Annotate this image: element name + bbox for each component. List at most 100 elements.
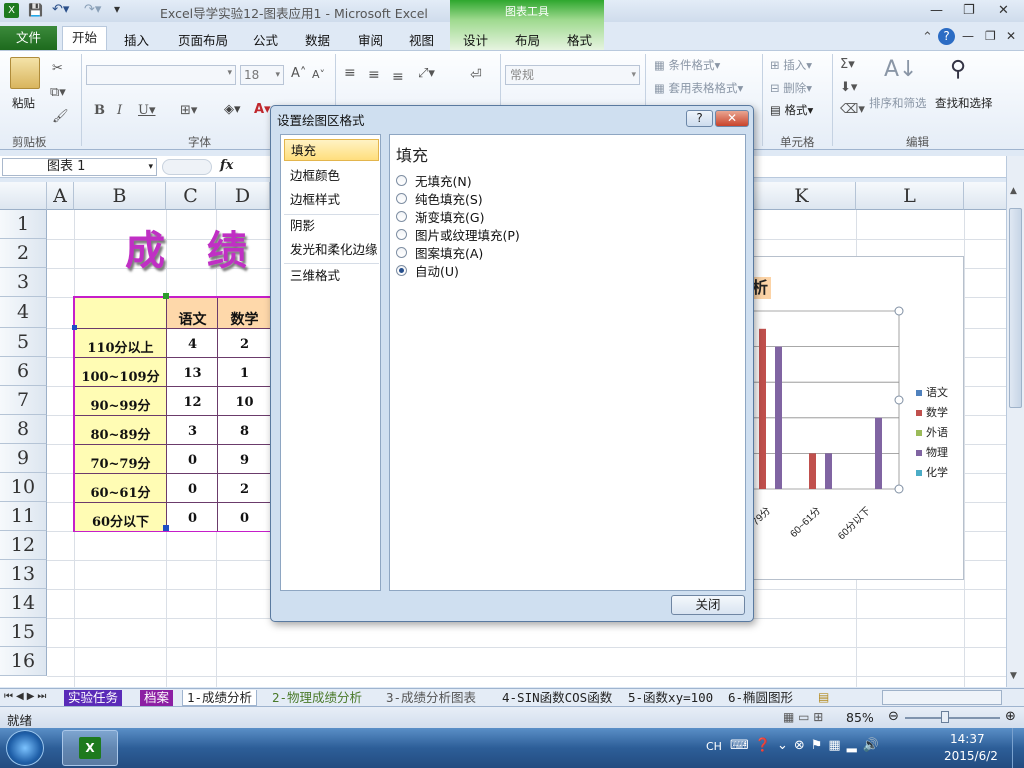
col-header-b[interactable]: B bbox=[74, 182, 166, 210]
row-label-cell[interactable]: 80~89分 bbox=[75, 415, 166, 444]
tab-formulas[interactable]: 公式 bbox=[253, 30, 278, 49]
data-cell-math[interactable]: 0 bbox=[217, 502, 270, 531]
row-header[interactable]: 14 bbox=[0, 589, 47, 618]
tab-insert[interactable]: 插入 bbox=[124, 30, 149, 49]
taskbar-excel-button[interactable]: X bbox=[62, 730, 118, 766]
zoom-in-icon[interactable]: ⊕ bbox=[1005, 709, 1016, 724]
col-header-k[interactable]: K bbox=[748, 182, 856, 210]
row-header[interactable]: 1 bbox=[0, 210, 47, 239]
tab-layout[interactable]: 布局 bbox=[515, 30, 540, 49]
sort-filter-icon[interactable]: A↓ bbox=[884, 57, 917, 82]
nav-glow-soft-edges[interactable]: 发光和柔化边缘 bbox=[284, 239, 379, 261]
data-cell-math[interactable]: 9 bbox=[217, 444, 270, 473]
row-header[interactable]: 13 bbox=[0, 560, 47, 589]
redo-icon[interactable]: ↷▾ bbox=[84, 2, 101, 17]
row-label-cell[interactable]: 70~79分 bbox=[75, 444, 166, 473]
data-cell-chinese[interactable]: 12 bbox=[166, 386, 217, 415]
row-header[interactable]: 9 bbox=[0, 444, 47, 473]
sheet-tab-sin[interactable]: 4-SIN函数COS函数 bbox=[498, 690, 616, 706]
option-picture-fill[interactable]: 图片或纹理填充(P) bbox=[396, 225, 520, 244]
close-window-button[interactable]: ✕ bbox=[998, 3, 1009, 18]
name-box[interactable]: 图表 1 ▾ bbox=[2, 158, 157, 176]
option-solid-fill[interactable]: 纯色填充(S) bbox=[396, 189, 483, 208]
data-cell-math[interactable]: 10 bbox=[217, 386, 270, 415]
paste-icon[interactable] bbox=[10, 57, 40, 89]
find-select-icon[interactable]: ⚲ bbox=[950, 57, 966, 82]
delete-cells-button[interactable]: ⊟ 删除▾ bbox=[770, 80, 812, 96]
ribbon-minimize-icon[interactable]: ⌃ bbox=[922, 30, 933, 45]
row-header[interactable]: 7 bbox=[0, 386, 47, 415]
data-cell-chinese[interactable]: 0 bbox=[166, 473, 217, 502]
conditional-format-button[interactable]: ▦ 条件格式▾ bbox=[654, 57, 720, 73]
sheet-tab-chart[interactable]: 3-成绩分析图表 bbox=[382, 690, 480, 706]
font-name-select[interactable]: ▾ bbox=[86, 65, 236, 85]
align-middle-icon[interactable]: ≡ bbox=[368, 67, 380, 83]
doc-close-icon[interactable]: ✕ bbox=[1006, 29, 1016, 43]
data-cell-chinese[interactable]: 0 bbox=[166, 444, 217, 473]
sheet-tab-ellipse[interactable]: 6-椭圆图形 bbox=[724, 690, 797, 706]
fill-icon[interactable]: ⬇▾ bbox=[840, 80, 857, 95]
paste-label[interactable]: 粘贴 bbox=[12, 95, 35, 111]
start-button-icon[interactable] bbox=[6, 730, 44, 766]
insert-cells-button[interactable]: ⊞ 插入▾ bbox=[770, 57, 812, 73]
row-header[interactable]: 5 bbox=[0, 328, 47, 357]
align-top-icon[interactable]: ≡ bbox=[344, 65, 356, 81]
zoom-slider-thumb[interactable] bbox=[941, 711, 949, 723]
help-icon[interactable]: ? bbox=[938, 28, 955, 45]
sheet-tab-task[interactable]: 实验任务 bbox=[64, 690, 123, 706]
clock-date[interactable]: 2015/6/2 bbox=[944, 749, 998, 763]
formula-scroll-handle[interactable] bbox=[162, 159, 212, 175]
table-header-math[interactable]: 数学 bbox=[217, 298, 270, 328]
sheet-nav-arrows[interactable]: ⏮◀▶⏭ bbox=[4, 691, 49, 702]
table-format-button[interactable]: ▦ 套用表格格式▾ bbox=[654, 80, 743, 96]
row-header[interactable]: 3 bbox=[0, 268, 47, 297]
dialog-close-x-button[interactable]: ✕ bbox=[715, 110, 749, 127]
vertical-scrollbar[interactable]: ▲ ▼ bbox=[1006, 156, 1024, 687]
font-size-select[interactable]: 18 ▾ bbox=[240, 65, 284, 85]
doc-minimize-icon[interactable]: — bbox=[962, 29, 974, 43]
tab-review[interactable]: 审阅 bbox=[358, 30, 383, 49]
clear-icon[interactable]: ⌫▾ bbox=[840, 102, 865, 117]
excel-app-icon[interactable]: X bbox=[4, 3, 19, 18]
nav-fill[interactable]: 填充 bbox=[284, 139, 379, 161]
autosum-icon[interactable]: Σ▾ bbox=[840, 57, 855, 72]
row-header[interactable]: 8 bbox=[0, 415, 47, 444]
input-language[interactable]: CH bbox=[706, 740, 722, 753]
wrap-text-icon[interactable]: ⏎ bbox=[470, 67, 482, 83]
fill-color-icon[interactable]: ◈▾ bbox=[224, 102, 241, 117]
tab-data[interactable]: 数据 bbox=[305, 30, 330, 49]
data-cell-chinese[interactable]: 13 bbox=[166, 357, 217, 386]
data-cell-math[interactable]: 8 bbox=[217, 415, 270, 444]
format-painter-icon[interactable]: 🖌 bbox=[52, 109, 69, 124]
row-label-cell[interactable]: 60分以下 bbox=[75, 502, 166, 531]
col-header-d[interactable]: D bbox=[216, 182, 270, 210]
insert-function-icon[interactable]: fx bbox=[220, 158, 233, 173]
nav-border-style[interactable]: 边框样式 bbox=[284, 189, 379, 211]
zoom-out-icon[interactable]: ⊖ bbox=[888, 709, 899, 724]
row-label-cell[interactable]: 100~109分 bbox=[75, 357, 166, 386]
select-all-corner[interactable] bbox=[0, 182, 47, 210]
row-label-cell[interactable]: 90~99分 bbox=[75, 386, 166, 415]
tab-design[interactable]: 设计 bbox=[463, 30, 488, 49]
restore-button[interactable]: ❐ bbox=[963, 3, 975, 18]
nav-shadow[interactable]: 阴影 bbox=[284, 215, 379, 237]
dialog-help-button[interactable]: ? bbox=[686, 110, 713, 127]
table-header-chinese[interactable]: 语文 bbox=[166, 298, 217, 328]
option-automatic[interactable]: 自动(U) bbox=[396, 261, 459, 280]
table-corner-cell[interactable] bbox=[75, 298, 166, 328]
tab-page-layout[interactable]: 页面布局 bbox=[178, 30, 228, 49]
copy-icon[interactable]: ⧉▾ bbox=[50, 85, 66, 100]
selection-handle[interactable] bbox=[72, 325, 77, 330]
sheet-tab-archive[interactable]: 档案 bbox=[140, 690, 174, 706]
option-gradient-fill[interactable]: 渐变填充(G) bbox=[396, 207, 484, 226]
tab-format[interactable]: 格式 bbox=[567, 30, 592, 49]
dialog-close-button[interactable]: 关闭 bbox=[671, 595, 745, 615]
undo-icon[interactable]: ↶▾ bbox=[52, 2, 69, 17]
option-no-fill[interactable]: 无填充(N) bbox=[396, 171, 472, 190]
nav-3d-format[interactable]: 三维格式 bbox=[284, 265, 379, 287]
italic-icon[interactable]: I bbox=[117, 103, 122, 118]
col-header-l[interactable]: L bbox=[856, 182, 964, 210]
sheet-tab-func[interactable]: 5-函数xy=100 bbox=[624, 690, 717, 706]
row-label-cell[interactable]: 110分以上 bbox=[75, 328, 166, 357]
nav-border-color[interactable]: 边框颜色 bbox=[284, 165, 379, 187]
